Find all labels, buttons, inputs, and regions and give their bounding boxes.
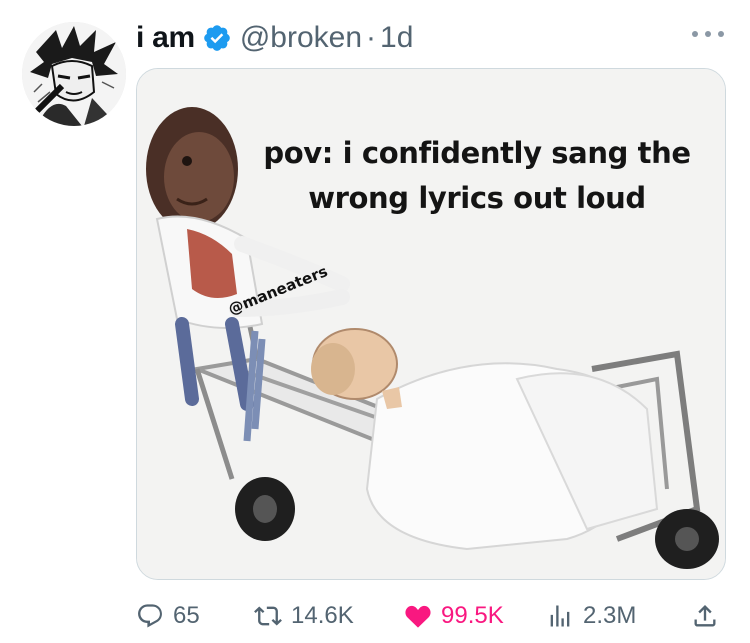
avatar-manga-drawing	[22, 22, 126, 126]
action-bar: 65 14.6K 99.5K 2.3M	[136, 596, 726, 636]
heart-icon	[405, 605, 431, 628]
display-name[interactable]: i am	[136, 21, 195, 55]
meme-caption: pov: i confidently sang the wrong lyrics…	[263, 136, 691, 215]
repost-arrows-icon	[254, 606, 282, 626]
view-count: 2.3M	[583, 602, 637, 629]
avatar[interactable]	[22, 22, 126, 126]
separator-dot: ·	[366, 21, 377, 54]
tweet-media[interactable]: pov: i confidently sang the wrong lyrics…	[136, 68, 726, 580]
like-button[interactable]: 99.5K	[404, 596, 504, 636]
timestamp[interactable]: 1d	[380, 21, 413, 55]
reply-button[interactable]: 65	[136, 596, 200, 636]
share-upload-icon	[694, 605, 716, 627]
like-count: 99.5K	[441, 602, 504, 629]
verified-badge-icon[interactable]	[202, 23, 232, 53]
bar-chart-icon	[550, 605, 570, 627]
speech-bubble-icon	[138, 604, 162, 628]
tweet[interactable]: i am @broken · 1d pov: i confidently san…	[0, 0, 750, 643]
reply-count: 65	[173, 602, 200, 629]
views-button[interactable]: 2.3M	[546, 596, 636, 636]
repost-button[interactable]: 14.6K	[254, 596, 354, 636]
author-handle[interactable]: @broken	[240, 21, 362, 55]
repost-count: 14.6K	[291, 602, 354, 629]
more-dots-icon[interactable]	[692, 28, 724, 40]
tweet-header: i am @broken · 1d	[136, 18, 413, 58]
share-button[interactable]	[691, 596, 719, 636]
